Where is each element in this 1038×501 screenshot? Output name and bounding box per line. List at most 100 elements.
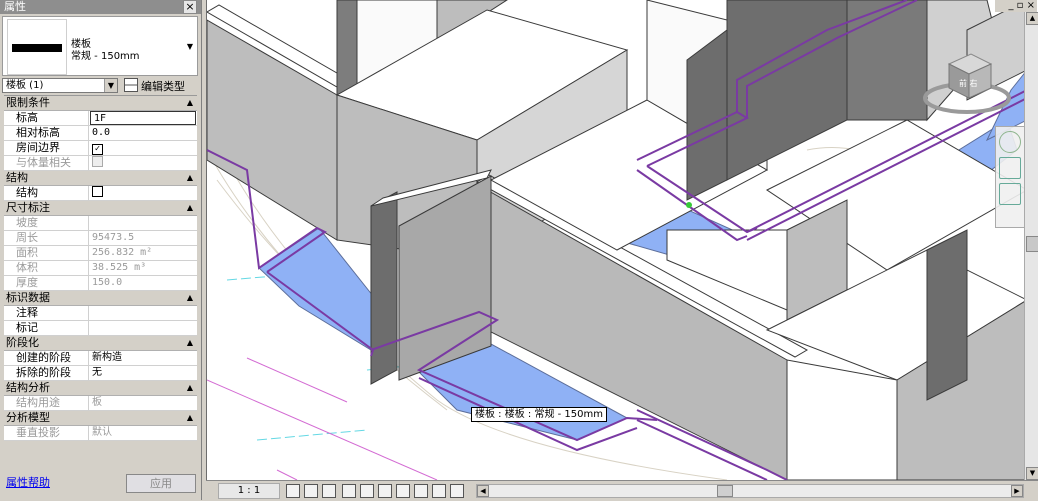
property-group-label: 标识数据 (6, 291, 50, 304)
property-row: 坡度 (4, 216, 197, 231)
view-scale[interactable]: 1 : 1 (218, 483, 280, 499)
viewcube[interactable]: 前 右 (919, 48, 1015, 120)
walls (207, 0, 1029, 480)
rendering-icon[interactable] (360, 484, 374, 498)
properties-help-link[interactable]: 属性帮助 (6, 474, 50, 490)
collapse-icon[interactable]: ▲ (187, 291, 193, 305)
property-name: 创建的阶段 (4, 351, 89, 365)
property-group-header[interactable]: 结构分析 ▲ (4, 381, 197, 396)
property-name: 拆除的阶段 (4, 366, 89, 380)
property-group-label: 结构分析 (6, 381, 50, 394)
property-row: 房间边界 ✓ (4, 141, 197, 156)
scroll-left-icon[interactable]: ◀ (477, 485, 489, 497)
model-geometry[interactable] (207, 0, 1038, 480)
view-window-controls[interactable]: _ ▫ × (995, 0, 1037, 12)
collapse-icon[interactable]: ▲ (187, 381, 193, 395)
collapse-icon[interactable]: ▲ (187, 171, 193, 185)
instance-filter-dropdown[interactable]: 楼板 (1) ▼ (2, 78, 118, 93)
property-group-header[interactable]: 阶段化 ▲ (4, 336, 197, 351)
lock-3d-view-icon[interactable] (414, 484, 428, 498)
property-value[interactable]: 1F (90, 111, 196, 125)
scroll-up-icon[interactable]: ▲ (1026, 12, 1038, 25)
property-name: 相对标高 (4, 126, 89, 140)
temporary-hide-icon[interactable] (432, 484, 446, 498)
property-group-label: 分析模型 (6, 411, 50, 424)
viewcube-face-label: 前 右 (959, 79, 978, 88)
3d-view-canvas[interactable]: _ ▫ × 前 右 ▲ ▼ 楼板 : 楼板 : 常规 - 150mm (206, 0, 1038, 480)
property-value[interactable]: ✓ (89, 141, 197, 155)
property-value[interactable]: 0.0 (89, 126, 197, 140)
property-row: 厚度 150.0 (4, 276, 197, 291)
property-name: 垂直投影 (4, 426, 89, 440)
property-name: 厚度 (4, 276, 89, 290)
type-preview-image (7, 19, 67, 75)
property-name: 房间边界 (4, 141, 89, 155)
property-value[interactable] (89, 321, 197, 335)
collapse-icon[interactable]: ▲ (187, 336, 193, 350)
property-group-header[interactable]: 分析模型 ▲ (4, 411, 197, 426)
palette-title-bar[interactable]: 属性 × (0, 0, 201, 14)
detail-level-icon[interactable] (286, 484, 300, 498)
crop-view-icon[interactable] (378, 484, 392, 498)
property-group-header[interactable]: 限制条件 ▲ (4, 96, 197, 111)
property-row: 垂直投影 默认 (4, 426, 197, 441)
close-icon[interactable]: × (183, 0, 197, 14)
property-name: 注释 (4, 306, 89, 320)
property-value[interactable]: 无 (89, 366, 197, 380)
property-group-header[interactable]: 尺寸标注 ▲ (4, 201, 197, 216)
scroll-right-icon[interactable]: ▶ (1011, 485, 1023, 497)
palette-title: 属性 (4, 0, 26, 13)
property-group-label: 阶段化 (6, 336, 39, 349)
property-row: 体积 38.525 m³ (4, 261, 197, 276)
shadows-icon[interactable] (342, 484, 356, 498)
property-row: 结构用途板 (4, 396, 197, 411)
element-tooltip: 楼板 : 楼板 : 常规 - 150mm (471, 407, 607, 422)
checkbox[interactable] (92, 186, 103, 197)
nav-bar-menu-icon[interactable] (999, 183, 1021, 205)
property-value: 板 (92, 397, 102, 408)
snap-point-marker (686, 202, 692, 208)
apply-button[interactable]: 应用 (126, 474, 196, 493)
property-value[interactable]: 新构造 (89, 351, 197, 365)
property-name: 标高 (4, 111, 89, 125)
property-name: 结构用途 (4, 396, 89, 410)
property-group-label: 限制条件 (6, 96, 50, 109)
reveal-hidden-icon[interactable] (450, 484, 464, 498)
property-group-label: 尺寸标注 (6, 201, 50, 214)
property-row: 结构 (4, 186, 197, 201)
chevron-down-icon[interactable]: ▼ (104, 79, 117, 92)
view-control-bar: 1 : 1 ◀ ▶ (206, 480, 1038, 501)
scroll-down-icon[interactable]: ▼ (1026, 467, 1038, 480)
property-value[interactable] (89, 306, 197, 320)
type-selector[interactable]: 楼板 常规 - 150mm ▼ (2, 16, 198, 76)
zoom-icon[interactable] (999, 157, 1021, 179)
chevron-down-icon[interactable]: ▼ (187, 42, 193, 51)
property-value: 默认 (92, 427, 112, 438)
property-row: 面积 256.832 m² (4, 246, 197, 261)
property-name: 周长 (4, 231, 89, 245)
property-value[interactable] (89, 186, 197, 200)
property-name: 结构 (4, 186, 89, 200)
property-grid: 限制条件 ▲ 标高 1F 相对标高 0.0 房间边界 ✓ 与体量相关 结构 ▲ 结构 尺寸标注 ▲ 坡度 周长… (4, 95, 197, 441)
property-row: 标高 1F (4, 111, 197, 126)
visual-style-icon[interactable] (304, 484, 318, 498)
property-value (89, 216, 197, 230)
vertical-scrollbar[interactable]: ▲ ▼ (1024, 12, 1038, 480)
property-value (89, 156, 197, 170)
property-group-header[interactable]: 标识数据 ▲ (4, 291, 197, 306)
collapse-icon[interactable]: ▲ (187, 201, 193, 215)
scroll-thumb[interactable] (717, 485, 733, 497)
sun-path-icon[interactable] (322, 484, 336, 498)
show-crop-region-icon[interactable] (396, 484, 410, 498)
collapse-icon[interactable]: ▲ (187, 411, 193, 425)
steering-wheel-icon[interactable] (999, 131, 1021, 153)
collapse-icon[interactable]: ▲ (187, 96, 193, 110)
checkbox[interactable]: ✓ (92, 144, 103, 155)
horizontal-scrollbar[interactable]: ◀ ▶ (476, 484, 1024, 498)
property-row: 相对标高 0.0 (4, 126, 197, 141)
edit-type-button[interactable]: 编辑类型 (124, 78, 185, 93)
property-group-header[interactable]: 结构 ▲ (4, 171, 197, 186)
property-name: 坡度 (4, 216, 89, 230)
property-row: 标记 (4, 321, 197, 336)
scroll-thumb[interactable] (1026, 236, 1038, 252)
